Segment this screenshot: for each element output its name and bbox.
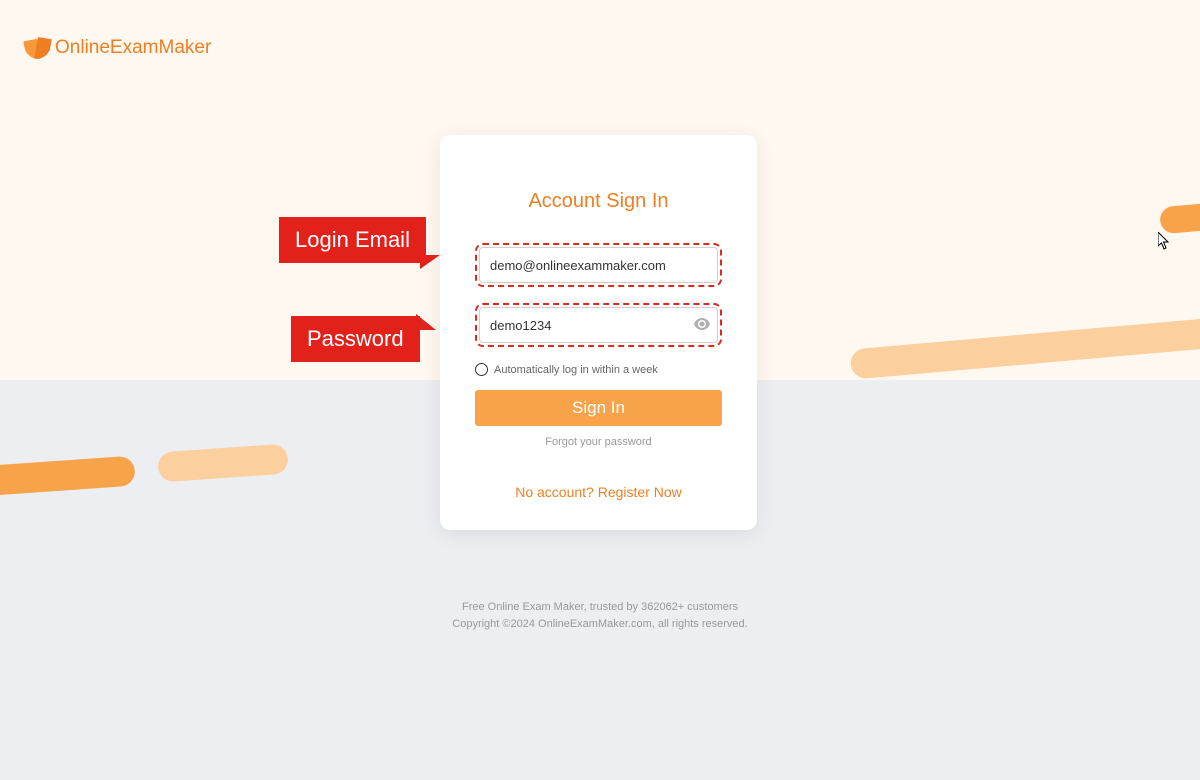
auto-login-label: Automatically log in within a week [494, 364, 658, 376]
brand-logo: OnlineExamMaker [25, 35, 211, 60]
logo-text: OnlineExamMaker [55, 37, 211, 59]
callout-password: Password [291, 316, 420, 362]
card-title: Account Sign In [475, 190, 722, 213]
eye-icon[interactable] [694, 317, 710, 333]
signin-button[interactable]: Sign In [475, 390, 722, 426]
footer-line1: Free Online Exam Maker, trusted by 36206… [0, 599, 1200, 617]
footer: Free Online Exam Maker, trusted by 36206… [0, 599, 1200, 634]
forgot-password-link[interactable]: Forgot your password [475, 436, 722, 448]
signin-card: Account Sign In Automatically log in wit… [440, 135, 757, 530]
email-field-highlight [475, 243, 722, 287]
cursor-icon [1158, 232, 1172, 255]
email-input[interactable] [479, 247, 718, 283]
register-link[interactable]: No account? Register Now [440, 484, 757, 500]
callout-email: Login Email [279, 217, 426, 263]
auto-login-checkbox[interactable] [475, 363, 488, 376]
auto-login-row[interactable]: Automatically log in within a week [475, 363, 722, 376]
logo-icon [25, 35, 50, 60]
footer-line2: Copyright ©2024 OnlineExamMaker.com, all… [0, 616, 1200, 634]
password-field-highlight [475, 303, 722, 347]
password-input[interactable] [479, 307, 718, 343]
